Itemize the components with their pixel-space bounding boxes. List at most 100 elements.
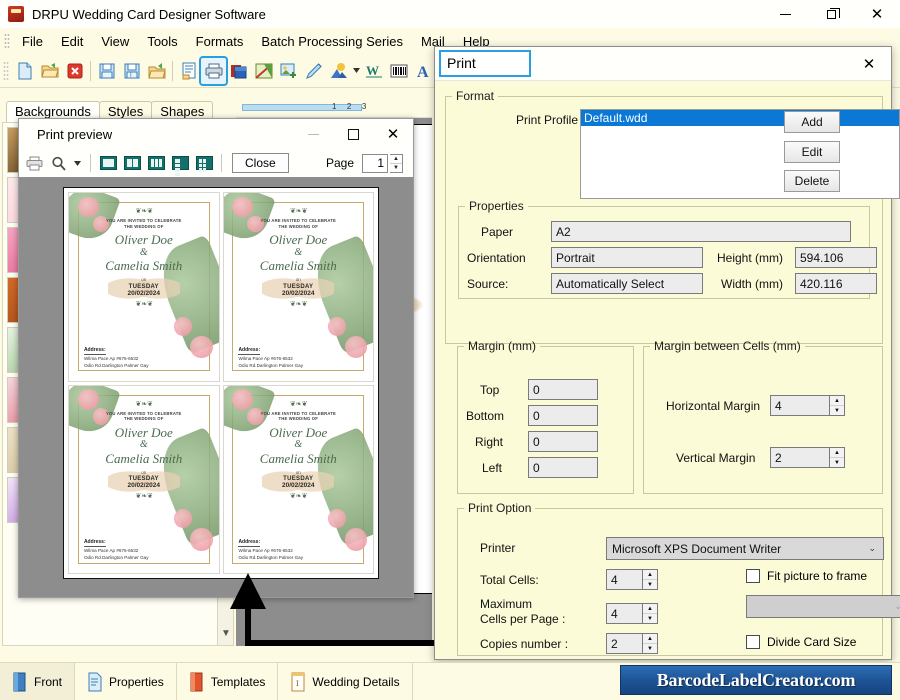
statusbar-item-properties[interactable]: Properties <box>75 662 177 700</box>
wedding-card-preview[interactable]: ❦ ❧ ❦ YOU ARE INVITED TO CELEBRATE THE W… <box>222 384 374 574</box>
margin-right-input[interactable]: 0 <box>528 431 598 452</box>
margin-bottom-input[interactable]: 0 <box>528 405 598 426</box>
flourish-top: ❦ ❧ ❦ <box>290 208 307 215</box>
design-view-icon[interactable] <box>251 58 276 84</box>
print-preview-titlebar: Print preview ✕ <box>19 119 413 149</box>
margin-right-label: Right <box>475 435 504 449</box>
total-cells-arrows[interactable]: ▲ ▼ <box>642 569 658 590</box>
checkbox-box[interactable] <box>746 635 760 649</box>
toolbar-grip[interactable] <box>3 60 9 81</box>
orientation-value[interactable]: Portrait <box>551 247 703 268</box>
vertical-margin-arrows[interactable]: ▲ ▼ <box>829 447 845 468</box>
bride-groom-name-1: Oliver Doe <box>269 232 328 248</box>
horizontal-margin-stepper[interactable]: 4 ▲ ▼ <box>770 395 845 416</box>
barcode-icon[interactable] <box>386 58 411 84</box>
page-number-input[interactable]: 1 <box>362 153 388 173</box>
page-number-stepper[interactable]: ▲ ▼ <box>390 153 403 173</box>
chevron-down-icon[interactable] <box>71 152 84 174</box>
horizontal-margin-value[interactable]: 4 <box>770 395 829 416</box>
copies-number-arrows[interactable]: ▲ ▼ <box>642 633 658 654</box>
picture-icon[interactable] <box>326 58 351 84</box>
magnifier-icon[interactable] <box>47 152 69 174</box>
wedding-card-preview[interactable]: ❦ ❧ ❦ YOU ARE INVITED TO CELEBRATE THE W… <box>68 384 220 574</box>
close-document-icon[interactable] <box>62 58 87 84</box>
menu-view[interactable]: View <box>92 30 138 53</box>
address-line-1: Wilma Pace Ap #676-6532 <box>83 548 139 554</box>
checkbox-box[interactable] <box>746 569 760 583</box>
layout-4-page-icon[interactable] <box>169 152 191 177</box>
ampersand: & <box>294 439 303 451</box>
layout-2-page-icon[interactable] <box>121 152 143 174</box>
menu-grip[interactable] <box>4 33 10 49</box>
layout-3-page-icon[interactable] <box>145 152 167 174</box>
invite-line-2: THE WEDDING OF <box>278 223 319 229</box>
statusbar-item-wedding-details[interactable]: I Wedding Details <box>278 662 413 700</box>
vertical-margin-value[interactable]: 2 <box>770 447 829 468</box>
new-document-icon[interactable] <box>12 58 37 84</box>
print-preview-body[interactable]: ❦ ❧ ❦ YOU ARE INVITED TO CELEBRATE THE W… <box>19 177 413 597</box>
watermark-icon[interactable]: W <box>361 58 386 84</box>
print-icon[interactable] <box>199 55 228 86</box>
toolbar-separator <box>172 60 173 81</box>
add-button[interactable]: Add <box>784 111 840 133</box>
open-folder-icon[interactable] <box>37 58 62 84</box>
print-preview-close-action-button[interactable]: Close <box>232 153 289 173</box>
list-view-icon[interactable] <box>176 58 201 84</box>
chevron-down-icon[interactable]: ▼ <box>221 628 231 639</box>
print-profile-selected-item[interactable]: Default.wdd <box>581 110 899 126</box>
printer-icon[interactable] <box>23 152 45 174</box>
copies-number-value[interactable]: 2 <box>606 633 642 654</box>
layout-6-page-icon[interactable] <box>193 152 215 174</box>
menu-batch-processing-series[interactable]: Batch Processing Series <box>252 30 412 53</box>
statusbar-item-templates[interactable]: Templates <box>177 662 279 700</box>
export-icon[interactable] <box>144 58 169 84</box>
maximum-cells-value[interactable]: 4 <box>606 603 642 624</box>
delete-button[interactable]: Delete <box>784 170 840 192</box>
on-label: on <box>295 469 301 475</box>
print-preview-maximize-button[interactable] <box>333 119 373 149</box>
pen-icon[interactable] <box>301 58 326 84</box>
print-preview-minimize-button[interactable] <box>293 119 333 149</box>
source-value[interactable]: Automatically Select <box>551 273 703 294</box>
width-value[interactable]: 420.116 <box>795 273 877 294</box>
maximize-button[interactable] <box>808 0 854 28</box>
close-button[interactable]: ✕ <box>854 0 900 28</box>
print-profile-listbox[interactable]: Default.wdd <box>580 109 900 199</box>
vertical-margin-stepper[interactable]: 2 ▲ ▼ <box>770 447 845 468</box>
total-cells-stepper[interactable]: 4 ▲ ▼ <box>606 569 658 590</box>
margin-left-input[interactable]: 0 <box>528 457 598 478</box>
fit-picture-to-frame-checkbox[interactable]: Fit picture to frame <box>746 569 867 583</box>
edit-button[interactable]: Edit <box>784 141 840 163</box>
divide-card-size-checkbox[interactable]: Divide Card Size <box>746 635 856 649</box>
add-image-icon[interactable] <box>276 58 301 84</box>
total-cells-value[interactable]: 4 <box>606 569 642 590</box>
wedding-card-preview[interactable]: ❦ ❧ ❦ YOU ARE INVITED TO CELEBRATE THE W… <box>222 192 374 382</box>
print-dialog-close-button[interactable]: ✕ <box>847 47 891 81</box>
copies-number-stepper[interactable]: 2 ▲ ▼ <box>606 633 658 654</box>
fit-picture-mode-select[interactable]: ⌄ <box>746 595 900 618</box>
wedding-card-preview[interactable]: ❦ ❧ ❦ YOU ARE INVITED TO CELEBRATE THE W… <box>68 192 220 382</box>
menu-formats[interactable]: Formats <box>187 30 253 53</box>
statusbar-item-front[interactable]: Front <box>0 662 76 700</box>
save-icon[interactable] <box>94 58 119 84</box>
minimize-button[interactable] <box>762 0 808 28</box>
horizontal-margin-arrows[interactable]: ▲ ▼ <box>829 395 845 416</box>
card-stack-icon[interactable] <box>226 58 251 84</box>
menu-file[interactable]: File <box>13 30 52 53</box>
print-profile-label: Print Profile <box>516 113 579 127</box>
chevron-down-icon[interactable] <box>351 58 361 84</box>
printer-select[interactable]: Microsoft XPS Document Writer ⌄ <box>606 537 884 560</box>
margin-top-input[interactable]: 0 <box>528 379 598 400</box>
menu-tools[interactable]: Tools <box>138 30 186 53</box>
height-value[interactable]: 594.106 <box>795 247 877 268</box>
print-preview-toolbar: Close Page 1 ▲ ▼ <box>19 149 413 177</box>
maximum-cells-stepper[interactable]: 4 ▲ ▼ <box>606 603 658 624</box>
layout-1-page-icon[interactable] <box>97 152 119 174</box>
menu-edit[interactable]: Edit <box>52 30 92 53</box>
paper-value[interactable]: A2 <box>551 221 851 242</box>
text-bold-icon[interactable]: A <box>411 58 436 84</box>
format-group: Format Print Profile Default.wdd Add Edi… <box>445 89 900 344</box>
save-as-icon[interactable]: I <box>119 58 144 84</box>
maximum-cells-arrows[interactable]: ▲ ▼ <box>642 603 658 624</box>
print-preview-close-button[interactable]: ✕ <box>373 119 413 149</box>
